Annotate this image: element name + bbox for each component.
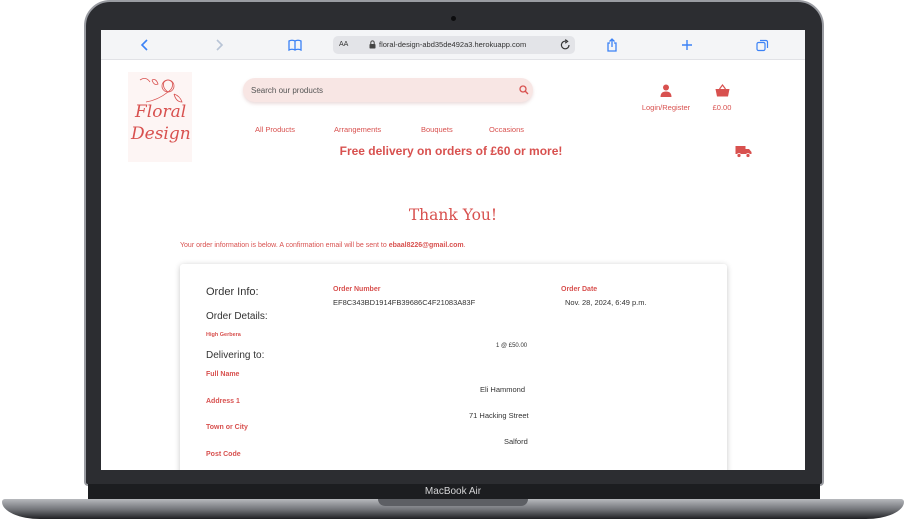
order-number: EF8C343BD1914FB39686C4F21083A83F — [333, 298, 476, 307]
full-name: Eli Hammond — [480, 385, 526, 394]
screen: AA floral-design-abd35de492a3.herokuapp.… — [101, 30, 805, 470]
browser-toolbar: AA floral-design-abd35de492a3.herokuapp.… — [101, 30, 805, 60]
address-bar[interactable]: AA floral-design-abd35de492a3.herokuapp.… — [333, 36, 575, 54]
full-name-label: Full Name — [206, 371, 240, 378]
search-input[interactable] — [251, 78, 513, 102]
user-icon — [660, 84, 672, 97]
main-nav: All Products Arrangements Bouquets Occas… — [249, 125, 549, 137]
forward-icon[interactable] — [209, 36, 229, 54]
logo-line-2: Design — [131, 124, 191, 144]
item-name: High Gerbera — [206, 332, 241, 338]
search-bar — [243, 78, 533, 102]
customer-email: ebaal8226@gmail.com — [388, 242, 464, 249]
order-date-label: Order Date — [561, 286, 598, 293]
tabs-icon[interactable] — [752, 36, 772, 54]
device-label: MacBook Air — [424, 486, 482, 497]
new-tab-icon[interactable] — [677, 36, 697, 54]
share-icon[interactable] — [602, 36, 622, 54]
back-icon[interactable] — [135, 36, 155, 54]
bookmarks-icon[interactable] — [285, 36, 305, 54]
text-size-button[interactable]: AA — [339, 36, 348, 54]
nav-all-products[interactable]: All Products — [255, 125, 295, 134]
promo-banner: Free delivery on orders of £60 or more! — [339, 144, 563, 158]
cart-total: £0.00 — [712, 103, 732, 112]
delivering-heading: Delivering to: — [206, 350, 265, 361]
reload-icon[interactable] — [560, 39, 571, 51]
site-logo[interactable]: Floral Design — [128, 72, 192, 162]
order-info-message: Your order information is below. A confi… — [180, 242, 466, 249]
logo-line-1: Floral — [135, 102, 187, 122]
item-qty-price: 1 @ £50.00 — [496, 343, 528, 349]
address1: 71 Hacking Street — [469, 411, 529, 420]
camera — [451, 16, 456, 21]
account-label: Login/Register — [641, 103, 691, 112]
nav-bouquets[interactable]: Bouquets — [421, 125, 453, 134]
account-link[interactable]: Login/Register — [631, 82, 701, 112]
address1-label: Address 1 — [206, 398, 240, 405]
url-text: floral-design-abd35de492a3.herokuapp.com — [379, 40, 527, 49]
order-number-label: Order Number — [333, 286, 381, 293]
nav-occasions[interactable]: Occasions — [489, 125, 524, 134]
nav-arrangements[interactable]: Arrangements — [334, 125, 381, 134]
order-details-heading: Order Details: — [206, 311, 268, 322]
page-title: Thank You! — [408, 206, 498, 224]
basket-icon — [715, 84, 729, 97]
order-date: Nov. 28, 2024, 6:49 p.m. — [565, 298, 647, 307]
town-label: Town or City — [206, 424, 248, 431]
cart-link[interactable]: £0.00 — [704, 82, 740, 112]
order-summary-card: Order Info: Order Number EF8C343BD1914FB… — [180, 264, 727, 470]
lock-icon — [369, 40, 376, 49]
delivery-truck-icon — [735, 146, 752, 158]
postcode-label: Post Code — [206, 451, 241, 458]
town: Salford — [504, 437, 528, 446]
search-icon[interactable] — [519, 85, 529, 95]
laptop-notch — [378, 499, 528, 506]
order-info-heading: Order Info: — [206, 286, 259, 298]
